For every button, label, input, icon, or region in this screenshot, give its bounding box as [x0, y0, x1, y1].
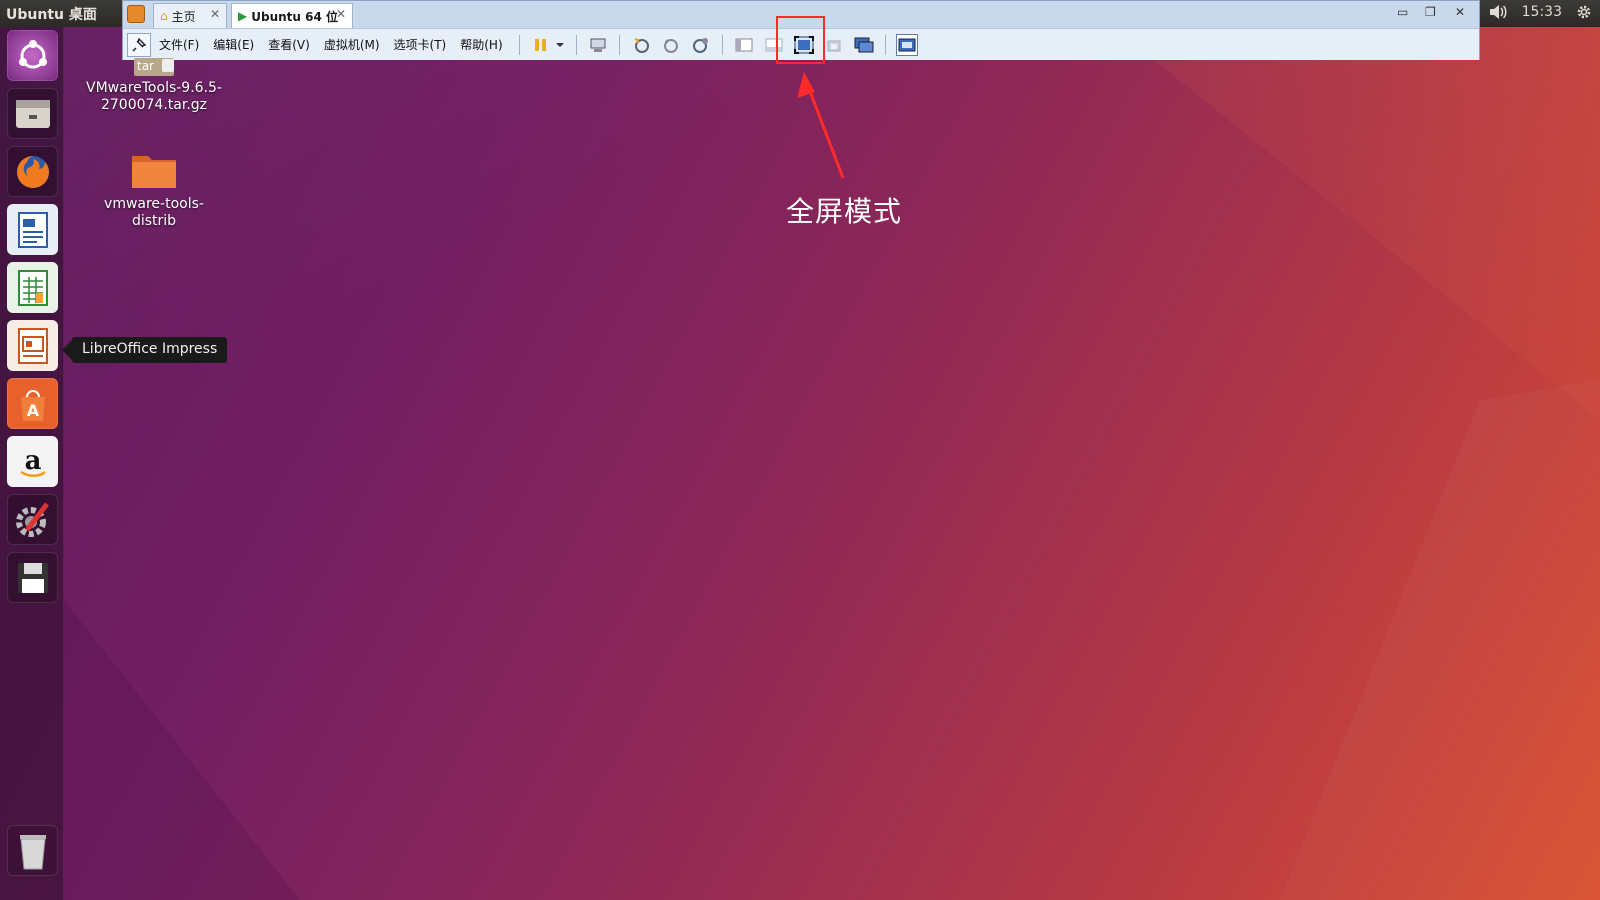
- annotation-arrow: [797, 72, 845, 179]
- annotation-label: 全屏模式: [786, 195, 903, 228]
